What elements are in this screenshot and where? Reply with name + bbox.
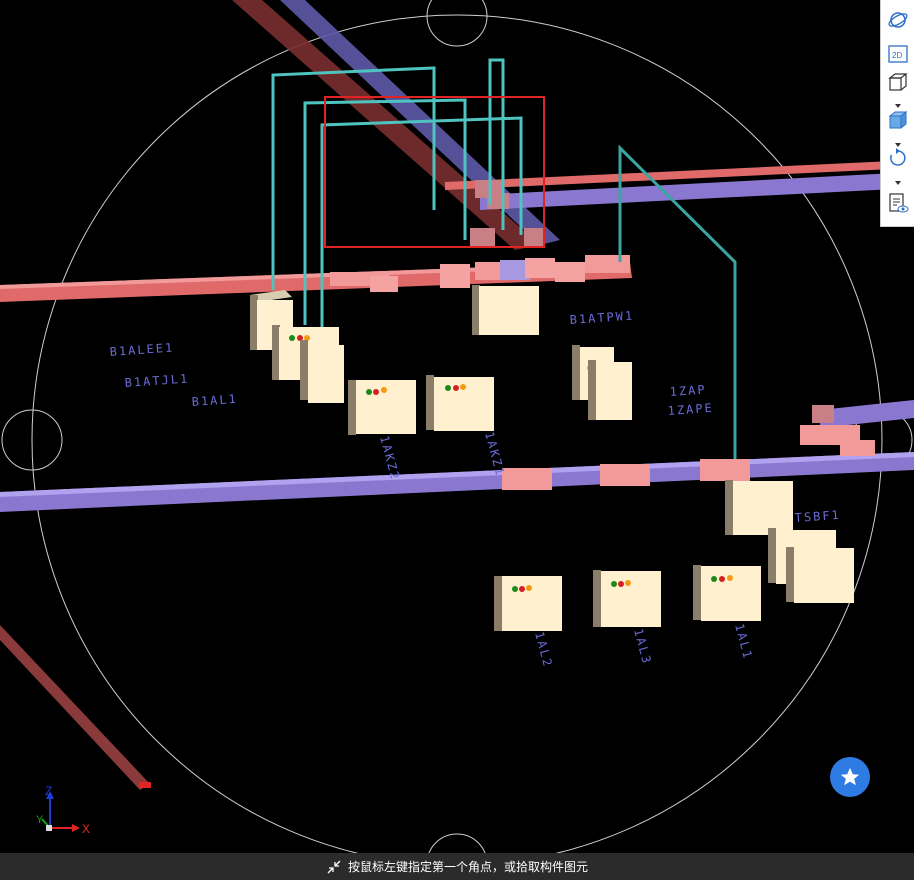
star-icon bbox=[840, 767, 860, 786]
rotate-dropdown-chevron-down-icon[interactable] bbox=[893, 174, 903, 185]
cabinet-with-indicators bbox=[593, 570, 661, 627]
axis-gizmo: Z X Y bbox=[36, 785, 90, 836]
command-prompt: 按鼠标左键指定第一个角点，或拾取构件图元 bbox=[347, 860, 588, 874]
pipe-right-fitting bbox=[840, 440, 875, 456]
cabinet-with-indicators bbox=[426, 375, 494, 431]
diagonal-duct-red bbox=[232, 0, 540, 250]
axis-x-label: X bbox=[82, 822, 90, 836]
axis-y-label: Y bbox=[36, 814, 44, 826]
display-settings-icon[interactable] bbox=[884, 189, 912, 217]
pipe-right-stub bbox=[820, 400, 914, 428]
solid-dropdown-chevron-down-icon[interactable] bbox=[893, 136, 903, 147]
duct-end bbox=[139, 782, 151, 788]
nav-circle bbox=[31, 14, 883, 853]
label-1al1: 1AL1 bbox=[732, 622, 755, 661]
solid-cube-icon[interactable] bbox=[884, 106, 912, 134]
model-scene[interactable]: B1ALEE1 B1ATJL1 B1AL1 B1ATPW1 1ZAP 1ZAPE… bbox=[0, 0, 914, 853]
label-b1atjl1: B1ATJL1 bbox=[124, 372, 189, 390]
cabinet bbox=[786, 547, 854, 603]
nav-grip-bottom[interactable] bbox=[427, 833, 487, 853]
nav-grip-top[interactable] bbox=[426, 0, 488, 47]
view-2d-icon[interactable]: 2D bbox=[884, 40, 912, 68]
shrink-arrows-icon[interactable] bbox=[326, 859, 342, 875]
cabinet-with-indicators bbox=[693, 565, 761, 621]
pipe-coupling bbox=[502, 468, 552, 490]
orbit-3d-icon[interactable] bbox=[884, 6, 912, 34]
3d-viewport[interactable]: B1ALEE1 B1ATJL1 B1AL1 B1ATPW1 1ZAP 1ZAPE… bbox=[0, 0, 914, 853]
pipe-coupling bbox=[700, 459, 750, 481]
rotate-icon[interactable] bbox=[884, 144, 912, 172]
view-2d-label: 2D bbox=[892, 51, 902, 60]
cabinet-with-indicators bbox=[348, 380, 416, 435]
label-1al2: 1AL2 bbox=[532, 630, 555, 669]
label-b1atpw1: B1ATPW1 bbox=[569, 309, 634, 327]
cabinet bbox=[725, 480, 793, 535]
label-b1al1: B1AL1 bbox=[191, 392, 238, 409]
label-1zap: 1ZAP bbox=[669, 382, 707, 399]
cabinet bbox=[588, 360, 632, 420]
pipe-coupling bbox=[600, 464, 650, 486]
wireframe-dropdown-chevron-down-icon[interactable] bbox=[893, 97, 903, 108]
label-1akz2: 1AKZ2 bbox=[377, 434, 402, 482]
label-1al3: 1AL3 bbox=[631, 627, 654, 666]
favorite-button[interactable] bbox=[830, 757, 870, 797]
view-toolbar: 2D bbox=[880, 0, 914, 227]
cabinet bbox=[300, 340, 344, 403]
wireframe-cube-icon[interactable] bbox=[884, 68, 912, 96]
cabinets[interactable] bbox=[250, 285, 854, 631]
cabinet-with-indicators bbox=[494, 576, 562, 631]
axis-z-label: Z bbox=[45, 785, 52, 798]
label-b1alee1: B1ALEE1 bbox=[109, 341, 174, 359]
diagonal-duct-lower bbox=[0, 625, 150, 790]
cabinet bbox=[472, 285, 539, 335]
pipe-right-fitting bbox=[812, 405, 834, 423]
label-tsbf1: TSBF1 bbox=[794, 508, 841, 525]
label-1zape: 1ZAPE bbox=[667, 401, 714, 418]
status-bar: 按鼠标左键指定第一个角点，或拾取构件图元 bbox=[0, 853, 914, 880]
